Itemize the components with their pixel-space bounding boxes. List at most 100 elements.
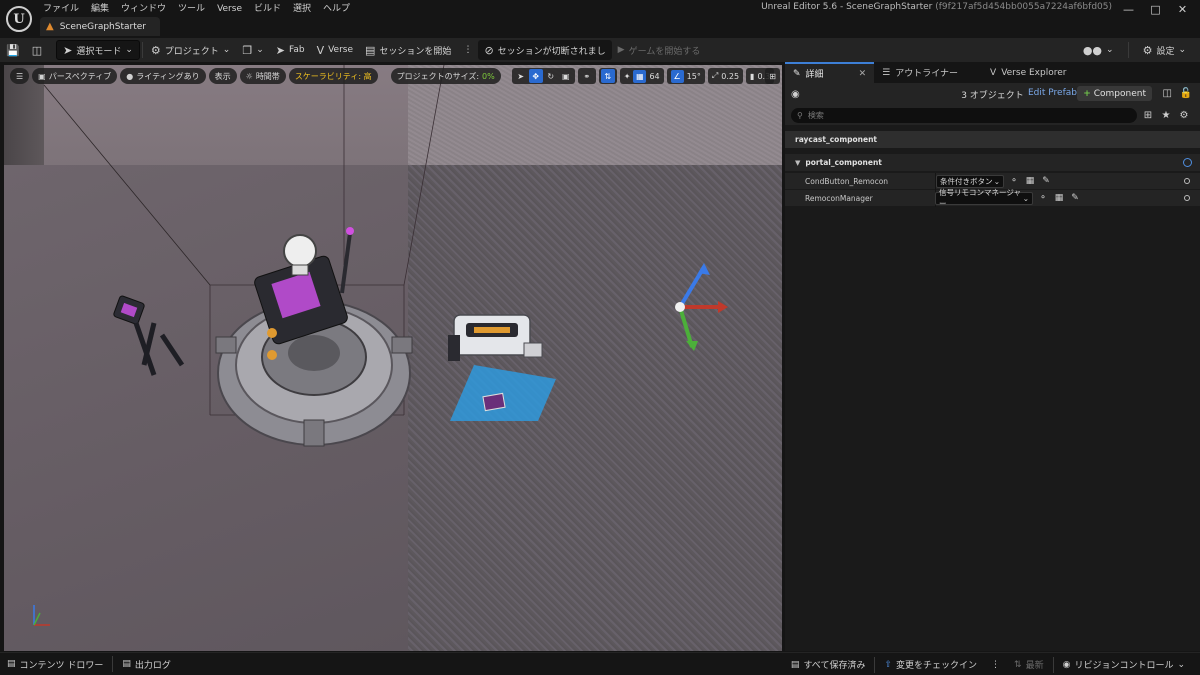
browse-button[interactable]: ◫ [26, 40, 48, 60]
project-size-button[interactable]: プロジェクトのサイズ: 0% [390, 68, 501, 84]
menu-build[interactable]: ビルド [253, 2, 288, 16]
table-view-icon[interactable]: ⊞ [1141, 110, 1155, 121]
perspective-button[interactable]: ▣ パースペクティブ [32, 68, 118, 84]
minimize-icon[interactable]: — [1115, 0, 1142, 18]
viewport-menu-button[interactable]: ☰ [10, 68, 30, 84]
save-all-label: すべて保存済み [803, 661, 866, 671]
project-dropdown[interactable]: ⚙ プロジェクト ⌄ [145, 40, 236, 60]
close-tab-icon[interactable]: ✕ [859, 69, 867, 79]
gear-icon: ⚙ [1142, 43, 1153, 57]
layout-button[interactable]: ⊞ [765, 68, 780, 84]
scale-tool-icon[interactable]: ▣ [559, 69, 573, 83]
grid-snap[interactable]: ✦ ▦ 64 [619, 68, 664, 84]
surface-snap-icon[interactable]: ⇅ [600, 69, 615, 83]
menu-verse[interactable]: Verse [216, 2, 249, 16]
menu-window[interactable]: ウィンドウ [120, 2, 173, 16]
title-bar: U ファイル 編集 ウィンドウ ツール Verse ビルド 選択 ヘルプ ▲ S… [0, 0, 1200, 38]
save-button[interactable]: 💾 [0, 40, 26, 60]
lock-icon[interactable]: 🔓 [1180, 88, 1192, 99]
translate-tool-icon[interactable]: ✥ [528, 69, 543, 83]
revision-control-button[interactable]: ◉ リビジョンコントロール ⌄ [1056, 653, 1192, 675]
check-in-button[interactable]: ⇧ 変更をチェックイン [877, 653, 984, 675]
close-icon[interactable]: ✕ [1169, 0, 1196, 18]
unreal-logo-icon[interactable]: U [6, 6, 32, 32]
property-dropdown[interactable]: 信号リモコンマネージャー ⌄ [935, 188, 1033, 208]
browse-to-icon[interactable]: ▦ [1053, 193, 1065, 203]
select-mode-dropdown[interactable]: ➤ 選択モード ⌄ [56, 40, 140, 60]
output-log-button[interactable]: ▤ 出力ログ [115, 653, 178, 675]
save-all-button[interactable]: ▤ すべて保存済み [784, 653, 873, 675]
edit-prefab-link[interactable]: Edit Prefab [1028, 88, 1077, 98]
select-tool-icon[interactable]: ➤ [514, 69, 528, 83]
tab-details[interactable]: ✎ 詳細 ✕ [785, 62, 875, 83]
show-button[interactable]: 表示 [208, 68, 237, 84]
menu-tools[interactable]: ツール [177, 2, 212, 16]
sync-latest-button[interactable]: ⇅ 最新 [1007, 653, 1051, 675]
menu-help[interactable]: ヘルプ [322, 2, 357, 16]
grid-icon[interactable]: ▦ [633, 69, 647, 83]
blueprint-icon[interactable]: ◫ [1163, 88, 1172, 99]
content-drawer-button[interactable]: ▤ コンテンツ ドロワー [0, 653, 110, 675]
add-component-button[interactable]: + Component [1077, 86, 1152, 101]
collaborators-button[interactable]: ●● ⌄ [1077, 40, 1120, 60]
start-session-label: セッションを開始 [379, 46, 452, 57]
start-session-button[interactable]: ▤ セッションを開始 [359, 40, 457, 60]
settings-gear-icon[interactable]: ⚙ [1177, 110, 1191, 121]
remote-antenna [340, 232, 352, 294]
scale-snap[interactable]: ⤢ 0.25 [707, 68, 744, 84]
level-viewport[interactable] [4, 65, 782, 651]
chevron-down-icon: ▼ [795, 158, 801, 167]
browse-to-icon[interactable]: ▦ [1024, 176, 1036, 186]
use-selected-icon[interactable]: ⚬ [1037, 193, 1049, 203]
maximize-icon[interactable]: □ [1142, 0, 1169, 18]
menu-file[interactable]: ファイル [42, 2, 86, 16]
conditional-button-side [448, 335, 460, 361]
property-dropdown[interactable]: 条件付きボタン ⌄ [936, 174, 1004, 188]
pedestal-strut [215, 336, 237, 354]
document-tab[interactable]: ▲ SceneGraphStarter [40, 17, 160, 36]
start-game-button[interactable]: ▶ ゲームを開始する [612, 40, 707, 60]
tab-outliner[interactable]: ☰ アウトライナー [874, 62, 966, 83]
upload-icon: ⇧ [884, 659, 892, 670]
scale-snap-icon[interactable]: ⤢ [712, 71, 718, 81]
details-search-input[interactable]: ⚲ 検索 [791, 107, 1137, 123]
session-status-button[interactable]: ⊘ セッションが切断されまし [478, 40, 612, 60]
reset-icon[interactable] [1183, 158, 1192, 167]
fab-button[interactable]: ➤ Fab [270, 40, 311, 60]
output-log-icon: ▤ [122, 659, 131, 669]
camera-icon[interactable]: ▮ [750, 72, 754, 81]
use-selected-icon[interactable]: ⚬ [1008, 176, 1020, 186]
eyedropper-icon[interactable]: ✎ [1069, 193, 1081, 203]
settings-label: 設定 [1156, 46, 1175, 57]
grid-snap-toggle-icon[interactable]: ✦ [624, 72, 631, 81]
menu-select[interactable]: 選択 [292, 2, 318, 16]
eyedropper-icon[interactable]: ✎ [1040, 176, 1052, 186]
more-options-icon[interactable]: ⋮ [984, 653, 1007, 675]
angle-icon[interactable]: ∠ [670, 69, 684, 83]
tab-verse-explorer[interactable]: V Verse Explorer [982, 62, 1074, 83]
scalability-button[interactable]: スケーラビリティ: 高 [288, 68, 378, 84]
reset-dot-icon[interactable] [1184, 178, 1190, 184]
more-options-icon[interactable]: ⋮ [457, 40, 478, 60]
menu-edit[interactable]: 編集 [90, 2, 116, 16]
rotation-snap[interactable]: ∠ 15° [666, 68, 705, 84]
rotate-tool-icon[interactable]: ↻ [544, 69, 558, 83]
reset-dot-icon[interactable] [1184, 195, 1190, 201]
lighting-button[interactable]: ● ライティングあり [120, 68, 206, 84]
world-space-icon[interactable]: ⚭ [580, 69, 594, 83]
section-portal-component[interactable]: ▼ portal_component [785, 154, 1200, 171]
verse-button[interactable]: V Verse [311, 40, 359, 60]
time-of-day-button[interactable]: ☼ 時間帯 [239, 68, 286, 84]
settings-button[interactable]: ⚙ 設定 ⌄ [1137, 40, 1192, 60]
toolbar-right: ●● ⌄ ⚙ 設定 ⌄ [1077, 38, 1192, 62]
favorite-star-icon[interactable]: ★ [1159, 110, 1173, 121]
menu-bar: ファイル 編集 ウィンドウ ツール Verse ビルド 選択 ヘルプ [42, 2, 361, 16]
property-name: RemoconManager [805, 193, 873, 203]
panel-tabs: ✎ 詳細 ✕ ☰ アウトライナー V Verse Explorer [785, 62, 1200, 83]
add-content-button[interactable]: ❐ ⌄ [236, 40, 269, 60]
section-raycast-component[interactable]: raycast_component [785, 131, 1200, 148]
divider [141, 42, 143, 58]
show-label: 表示 [214, 71, 231, 81]
details-empty-area [785, 207, 1200, 607]
surface-snap: ⇅ [598, 68, 617, 84]
